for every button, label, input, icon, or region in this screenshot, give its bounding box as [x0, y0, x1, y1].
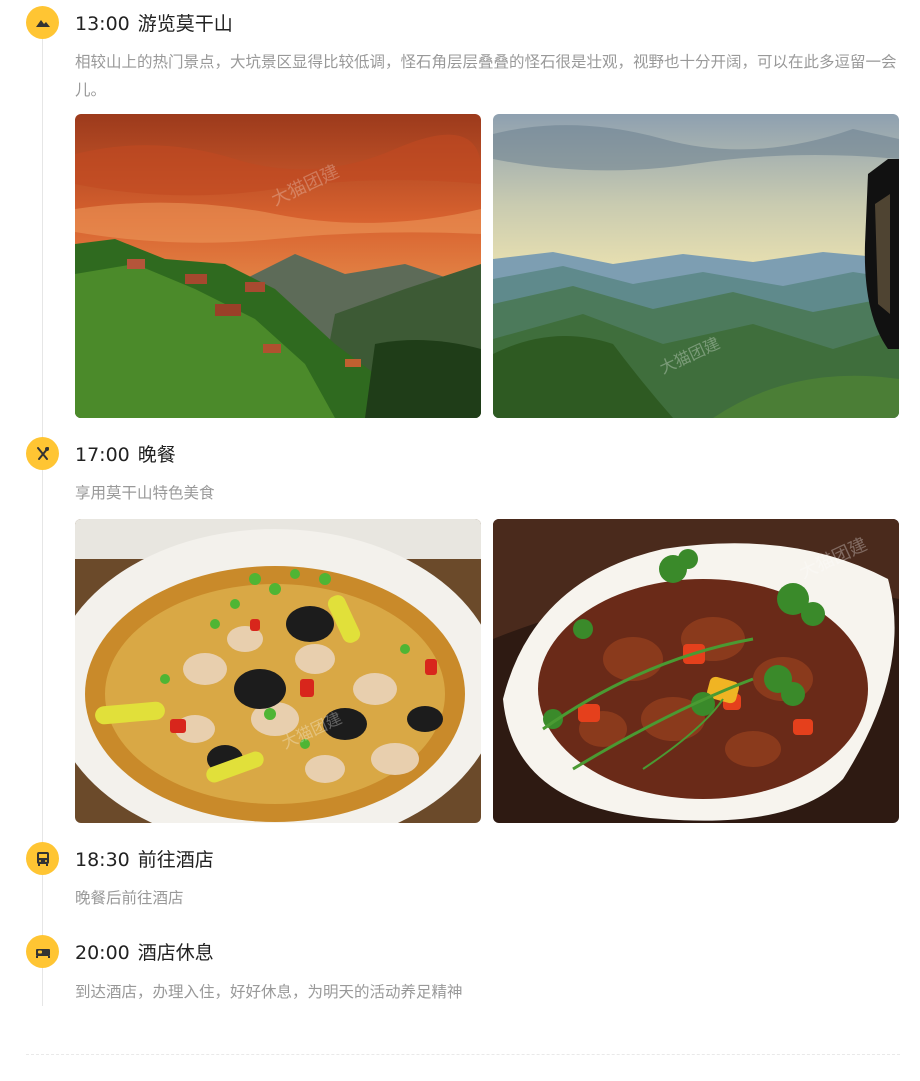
utensils-icon — [26, 437, 59, 470]
item-title: 17:00 晚餐 — [75, 440, 176, 467]
item-title-text: 游览莫干山 — [137, 13, 233, 35]
item-time: 17:00 — [75, 444, 130, 466]
sunset-mountain-village-photo[interactable]: 大猫团建 — [75, 114, 481, 418]
item-description: 到达酒店，办理入住，好好休息，为明天的活动养足精神 — [75, 983, 463, 1001]
bus-icon — [26, 842, 59, 875]
frog-stirfry-dish-photo[interactable]: 大猫团建 — [75, 519, 481, 823]
item-title: 18:30 前往酒店 — [75, 845, 214, 872]
spicy-meat-dish-photo[interactable]: 大猫团建 — [493, 519, 899, 823]
item-description: 享用莫干山特色美食 — [75, 484, 215, 502]
item-title-text: 晚餐 — [137, 444, 176, 466]
item-title-text: 酒店休息 — [137, 942, 214, 964]
item-description: 相较山上的热门景点，大坑景区显得比较低调，怪石角层层叠叠的怪石很是壮观，视野也十… — [75, 53, 897, 99]
section-divider — [26, 1054, 900, 1055]
item-title: 20:00 酒店休息 — [75, 938, 214, 965]
item-time: 18:30 — [75, 849, 130, 871]
item-time: 13:00 — [75, 13, 130, 35]
item-time: 20:00 — [75, 942, 130, 964]
item-title-text: 前往酒店 — [137, 849, 214, 871]
bed-icon — [26, 935, 59, 968]
misty-mountain-range-photo[interactable]: 大猫团建 — [493, 114, 899, 418]
item-description: 晚餐后前往酒店 — [75, 889, 184, 907]
item-title: 13:00 游览莫干山 — [75, 9, 233, 36]
mountain-icon — [26, 6, 59, 39]
